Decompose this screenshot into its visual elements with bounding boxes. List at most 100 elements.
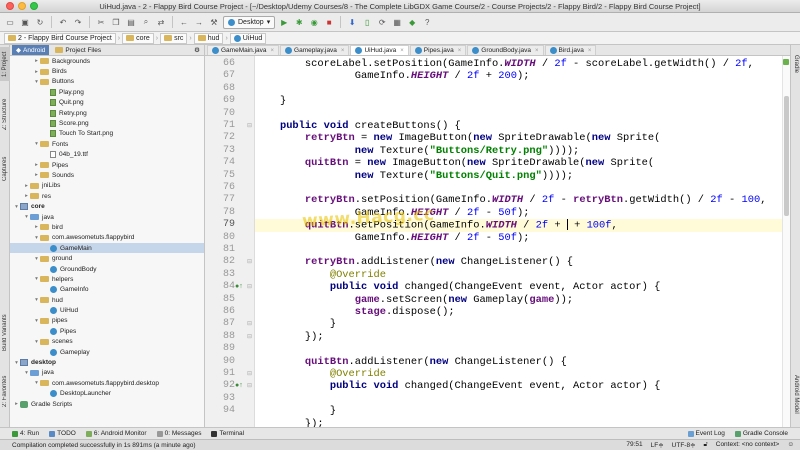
breadcrumb-hud[interactable]: hud [193,32,224,44]
expanded-arrow-icon[interactable]: ▾ [23,214,30,220]
line-number[interactable]: 81 [205,244,255,256]
tree-item[interactable]: ▾ core [10,201,204,211]
expanded-arrow-icon[interactable]: ▾ [33,141,40,147]
close-tab-icon[interactable]: × [271,48,275,54]
tree-item[interactable]: ▾ pipes [10,316,204,326]
line-number[interactable]: 76 [205,182,255,194]
run-icon[interactable]: ▶ [278,16,290,28]
line-number[interactable]: 85 [205,294,255,306]
sync-icon[interactable]: ↻ [34,16,46,28]
run-configuration-select[interactable]: Desktop ▾ [223,15,276,29]
tool-event-log[interactable]: Event Log [687,430,725,437]
redo-icon[interactable]: ↷ [72,16,84,28]
close-tab-icon[interactable]: × [341,48,345,54]
expanded-arrow-icon[interactable]: ▾ [33,339,40,345]
fold-marker-icon[interactable]: ⊟ [247,380,253,392]
tree-item[interactable]: ▾ hud [10,295,204,305]
fold-marker-icon[interactable]: ⊟ [247,120,253,132]
tree-settings-icon[interactable]: ⚙ [190,45,204,55]
tree-item[interactable]: ▸ Gradle Scripts [10,399,204,409]
tree-item[interactable]: Touch To Start.png [10,129,204,139]
close-tab-icon[interactable]: × [400,48,404,54]
override-marker-icon[interactable]: ●↑ [235,380,243,392]
tree-item[interactable]: Quit.png [10,98,204,108]
tree-item[interactable]: ▸ Pipes [10,160,204,170]
fold-marker-icon[interactable]: ⊟ [247,256,253,268]
line-number[interactable]: 90 [205,356,255,368]
build-icon[interactable]: ⚒ [208,16,220,28]
line-number[interactable]: 77 [205,194,255,206]
tree-item[interactable]: 04b_19.ttf [10,150,204,160]
line-number[interactable]: 94 [205,405,255,417]
tree-item[interactable]: GroundBody [10,264,204,274]
tree-item[interactable]: ▾ scenes [10,337,204,347]
tool-tab-gradle[interactable]: Gradle [791,49,800,79]
expanded-arrow-icon[interactable]: ▾ [33,276,40,282]
caret-position[interactable]: 79:51 [626,441,642,449]
undo-icon[interactable]: ↶ [57,16,69,28]
tool-terminal[interactable]: Terminal [211,430,244,437]
inspector-icon[interactable]: ☺ [787,441,794,449]
save-all-icon[interactable]: ▣ [19,16,31,28]
close-tab-icon[interactable]: × [535,48,539,54]
tree-item[interactable]: Pipes [10,326,204,336]
expanded-arrow-icon[interactable]: ▾ [33,380,40,386]
editor-scrollbar[interactable] [782,56,790,427]
collapsed-arrow-icon[interactable]: ▸ [23,193,30,199]
line-number[interactable]: 86 [205,306,255,318]
editor-tab[interactable]: GameMain.java × [207,45,280,55]
tree-item[interactable]: ▸ Sounds [10,170,204,180]
coverage-icon[interactable]: ◉ [308,16,320,28]
line-number[interactable]: 78 [205,207,255,219]
line-number[interactable]: 79 [205,219,255,231]
help-icon[interactable]: ? [421,16,433,28]
expanded-arrow-icon[interactable]: ▾ [33,297,40,303]
line-number[interactable]: 89 [205,343,255,355]
tree-item[interactable]: ▸ Backgrounds [10,56,204,66]
line-number[interactable]: 93 [205,393,255,405]
tool-messages[interactable]: 0: Messages [156,430,201,437]
tree-item[interactable]: Score.png [10,118,204,128]
tree-item[interactable]: ▾ com.awesometuts.flappybird [10,233,204,243]
tool-run[interactable]: 4: Run [12,430,39,437]
android-icon[interactable]: ◆ [406,16,418,28]
line-number[interactable]: 83 [205,269,255,281]
maximize-window-button[interactable] [30,2,38,10]
lock-icon[interactable]: 🔓︎ [704,441,708,449]
line-number[interactable]: 73 [205,145,255,157]
tool-tab-project[interactable]: 1: Project [0,47,10,81]
line-number[interactable]: 74 [205,157,255,169]
tree-item[interactable]: ▾ java [10,212,204,222]
collapsed-arrow-icon[interactable]: ▸ [33,172,40,178]
tree-item[interactable]: ▾ com.awesometuts.flappybird.desktop [10,378,204,388]
tree-item[interactable]: ▸ bird [10,222,204,232]
find-icon[interactable]: ⌕ [140,16,152,28]
tool-android-monitor[interactable]: 6: Android Monitor [85,430,147,437]
fold-marker-icon[interactable]: ⊟ [247,318,253,330]
line-separator[interactable]: LF≑ [651,441,664,449]
editor-tab[interactable]: Pipes.java × [409,45,467,55]
tree-item[interactable]: UiHud [10,305,204,315]
paste-icon[interactable]: ▤ [125,16,137,28]
tree-item[interactable]: ▸ jniLibs [10,181,204,191]
fold-marker-icon[interactable]: ⊟ [247,331,253,343]
line-number[interactable]: 66 [205,58,255,70]
tab-android[interactable]: ◆ Android [12,45,50,55]
line-number[interactable]: 75 [205,170,255,182]
tree-item[interactable]: ▾ java [10,368,204,378]
replace-icon[interactable]: ⇄ [155,16,167,28]
collapsed-arrow-icon[interactable]: ▸ [33,162,40,168]
tool-tab-captures[interactable]: Captures [0,153,10,185]
minimize-window-button[interactable] [18,2,26,10]
tree-item[interactable]: Retry.png [10,108,204,118]
tool-tab-build-variants[interactable]: Build Variants [0,307,10,359]
tree-item[interactable]: ▾ ground [10,253,204,263]
open-folder-icon[interactable]: ▭ [4,16,16,28]
override-marker-icon[interactable]: ●↑ [235,281,243,293]
breadcrumb-project[interactable]: 2 - Flappy Bird Course Project [4,32,116,44]
breadcrumb-uihud[interactable]: UiHud [229,32,267,44]
file-encoding[interactable]: UTF-8≑ [672,441,696,449]
line-number[interactable]: 68 [205,83,255,95]
tree-item[interactable]: GameMain [10,243,204,254]
tree-item[interactable]: ▸ Birds [10,66,204,76]
